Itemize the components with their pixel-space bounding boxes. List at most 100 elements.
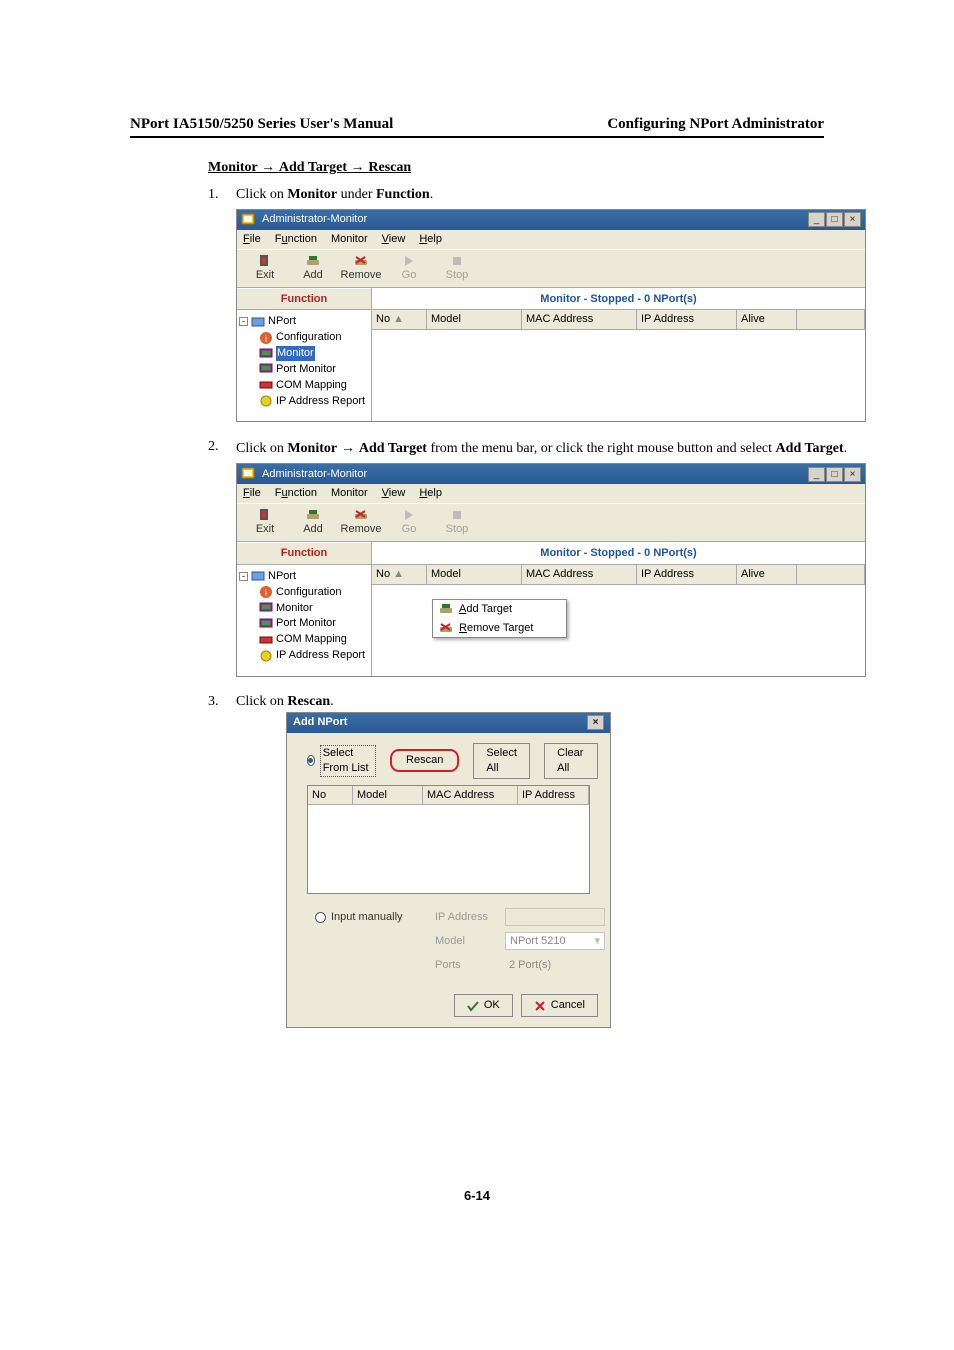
- check-icon: [467, 1000, 479, 1012]
- ip-report-icon: [259, 395, 273, 407]
- min-button[interactable]: _: [808, 467, 825, 482]
- menubar-2: File Function Monitor View Help: [237, 484, 865, 503]
- tree-ip[interactable]: IP Address Report: [276, 394, 365, 409]
- col-alive[interactable]: Alive: [737, 310, 797, 329]
- tool-add[interactable]: Add: [291, 252, 335, 285]
- hdr-rule: [130, 136, 824, 138]
- radio-select-list[interactable]: [307, 755, 315, 766]
- col-mac[interactable]: MAC Address: [522, 310, 637, 329]
- lcol-no[interactable]: No: [308, 786, 353, 805]
- add-icon: [439, 603, 453, 615]
- tree-com[interactable]: COM Mapping: [276, 378, 347, 393]
- col-mac[interactable]: MAC Address: [522, 565, 637, 584]
- app-icon: [241, 213, 257, 227]
- tool-add[interactable]: Add: [291, 506, 335, 539]
- svg-text:i: i: [265, 334, 267, 344]
- win-title: Administrator-Monitor: [262, 212, 367, 227]
- tree-port-monitor[interactable]: Port Monitor: [276, 362, 336, 377]
- clear-all-button[interactable]: Clear All: [544, 743, 598, 779]
- dlg-close[interactable]: ×: [587, 715, 604, 730]
- page-number: 6-14: [130, 1188, 824, 1203]
- menu-file[interactable]: File: [243, 486, 261, 501]
- close-button[interactable]: ×: [844, 467, 861, 482]
- tool-remove[interactable]: Remove: [339, 506, 383, 539]
- svg-text:i: i: [265, 588, 267, 598]
- menu-file[interactable]: File: [243, 232, 261, 247]
- col-alive[interactable]: Alive: [737, 565, 797, 584]
- win-title-2: Administrator-Monitor: [262, 467, 367, 482]
- com-mapping-icon: [259, 379, 273, 391]
- titlebar-2: Administrator-Monitor _ □ ×: [237, 464, 865, 484]
- tool-go: Go: [387, 252, 431, 285]
- function-hdr-2: Function: [237, 542, 371, 565]
- col-ip[interactable]: IP Address: [637, 565, 737, 584]
- max-button[interactable]: □: [826, 467, 843, 482]
- context-menu: Add Target Remove Target: [432, 599, 567, 639]
- min-button[interactable]: _: [808, 212, 825, 227]
- tree-root[interactable]: NPort: [268, 314, 296, 329]
- col-no[interactable]: No ▲: [372, 565, 427, 584]
- grid-body-2: Add Target Remove Target: [372, 585, 865, 640]
- titlebar: Administrator-Monitor _ □ ×: [237, 210, 865, 230]
- radio-input-manual[interactable]: [315, 912, 326, 923]
- ports-value: 2 Port(s): [505, 956, 605, 974]
- tool-go: Go: [387, 506, 431, 539]
- close-button[interactable]: ×: [844, 212, 861, 227]
- menu-function[interactable]: Function: [275, 486, 317, 501]
- ok-button[interactable]: OK: [454, 994, 513, 1017]
- dlg-titlebar: Add NPort ×: [287, 713, 610, 733]
- app-icon: [241, 467, 257, 481]
- ctx-remove-target[interactable]: Remove Target: [433, 619, 566, 638]
- grid-body: [372, 330, 865, 390]
- hdr-right: Configuring NPort Administrator: [607, 116, 824, 133]
- rescan-button[interactable]: Rescan: [390, 749, 459, 772]
- tree-ip[interactable]: IP Address Report: [276, 648, 365, 663]
- step2-text: Click on Monitor → Add Target from the m…: [236, 441, 847, 456]
- tool-exit[interactable]: Exit: [243, 252, 287, 285]
- menu-monitor[interactable]: Monitor: [331, 486, 368, 501]
- select-all-button[interactable]: Select All: [473, 743, 530, 779]
- tree-com[interactable]: COM Mapping: [276, 632, 347, 647]
- max-button[interactable]: □: [826, 212, 843, 227]
- tree: - NPort i Configuration Monitor Port Monit…: [237, 310, 371, 421]
- step1-text: Click on Monitor under Function.: [236, 187, 433, 202]
- tool-stop: Stop: [435, 252, 479, 285]
- remove-icon: [353, 254, 369, 268]
- menu-help[interactable]: Help: [419, 486, 442, 501]
- col-no[interactable]: No ▲: [372, 310, 427, 329]
- ctx-add-target[interactable]: Add Target: [433, 600, 566, 619]
- col-model[interactable]: Model: [427, 565, 522, 584]
- lcol-ip[interactable]: IP Address: [518, 786, 589, 805]
- tree-monitor[interactable]: Monitor: [276, 346, 315, 361]
- ip-input: [505, 908, 605, 926]
- info-icon: i: [259, 332, 273, 344]
- col-ip[interactable]: IP Address: [637, 310, 737, 329]
- step2-num: 2.: [208, 438, 230, 686]
- col-model[interactable]: Model: [427, 310, 522, 329]
- menu-function[interactable]: Function: [275, 232, 317, 247]
- menu-help[interactable]: Help: [419, 232, 442, 247]
- lcol-model[interactable]: Model: [353, 786, 423, 805]
- tree-toggle-icon[interactable]: -: [239, 572, 248, 581]
- remove-icon: [439, 622, 453, 634]
- radio-input-manual-label: Input manually: [331, 910, 403, 925]
- tool-exit[interactable]: Exit: [243, 506, 287, 539]
- chevron-down-icon: ▾: [594, 934, 600, 949]
- tree-toggle-icon[interactable]: -: [239, 317, 248, 326]
- tree-config[interactable]: Configuration: [276, 585, 341, 600]
- tree-config[interactable]: Configuration: [276, 330, 341, 345]
- status-bar: Monitor - Stopped - 0 NPort(s): [372, 288, 865, 311]
- list-body: [308, 805, 589, 893]
- tree-root[interactable]: NPort: [268, 569, 296, 584]
- tool-remove[interactable]: Remove: [339, 252, 383, 285]
- play-icon: [401, 254, 417, 268]
- x-icon: [534, 1000, 546, 1012]
- model-select: NPort 5210▾: [505, 932, 605, 950]
- menu-view[interactable]: View: [382, 232, 406, 247]
- tree-port-monitor[interactable]: Port Monitor: [276, 616, 336, 631]
- cancel-button[interactable]: Cancel: [521, 994, 598, 1017]
- menu-monitor[interactable]: Monitor: [331, 232, 368, 247]
- menu-view[interactable]: View: [382, 486, 406, 501]
- lcol-mac[interactable]: MAC Address: [423, 786, 518, 805]
- tree-monitor[interactable]: Monitor: [276, 601, 313, 616]
